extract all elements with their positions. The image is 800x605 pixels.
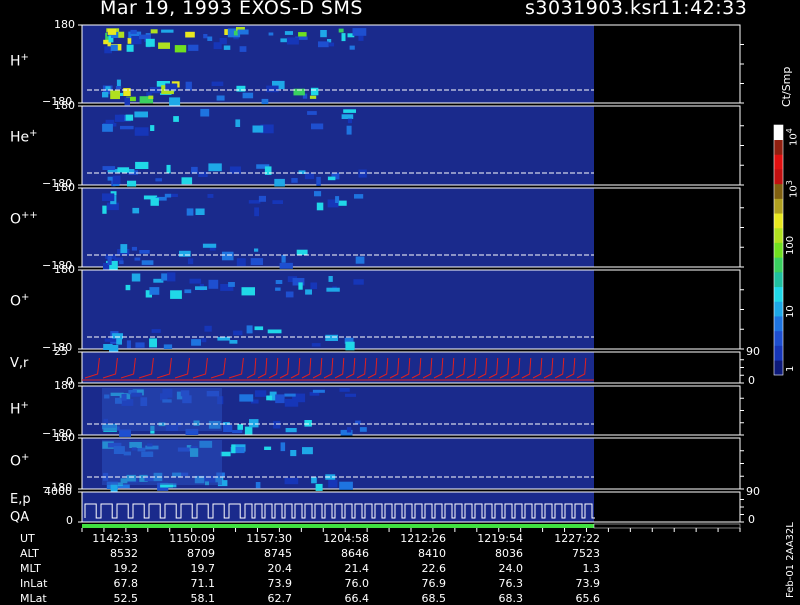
ephemeris-table: UT 1142:33 1150:09 1157:30 1204:58 1212:26 121… [0, 0, 800, 605]
table-cell: 58.1 [190, 592, 216, 605]
table-cell: 67.8 [113, 577, 139, 590]
table-cell: 21.4 [344, 562, 370, 575]
table-cell: 24.0 [498, 562, 524, 575]
table-cell: 52.5 [113, 592, 139, 605]
table-cell: 8410 [418, 547, 446, 560]
table-cell: 73.9 [267, 577, 293, 590]
table-cell: 76.3 [498, 577, 524, 590]
table-cell: 1212:26 [400, 532, 446, 545]
table-cell: 76.0 [344, 577, 370, 590]
table-cell: 1227:22 [554, 532, 600, 545]
table-cell: 65.6 [575, 592, 601, 605]
table-row-label: ALT [20, 547, 39, 560]
table-cell: 19.2 [113, 562, 139, 575]
table-cell: 7523 [572, 547, 600, 560]
table-cell: 1150:09 [169, 532, 215, 545]
table-cell: 68.5 [421, 592, 447, 605]
table-row-label: InLat [20, 577, 48, 590]
table-cell: 1.3 [582, 562, 601, 575]
table-cell: 8036 [495, 547, 523, 560]
table-cell: 68.3 [498, 592, 524, 605]
table-row-label: MLT [20, 562, 41, 575]
table-cell: 73.9 [575, 577, 601, 590]
table-cell: 1142:33 [92, 532, 138, 545]
table-cell: 8646 [341, 547, 369, 560]
table-cell: 8532 [110, 547, 138, 560]
table-cell: 66.4 [344, 592, 370, 605]
table-cell: 20.4 [267, 562, 293, 575]
table-cell: 76.9 [421, 577, 447, 590]
table-row-label: MLat [20, 592, 47, 605]
table-cell: 8709 [187, 547, 215, 560]
table-cell: 1204:58 [323, 532, 369, 545]
table-cell: 62.7 [267, 592, 293, 605]
table-cell: 71.1 [190, 577, 216, 590]
table-cell: 1157:30 [246, 532, 292, 545]
table-cell: 22.6 [421, 562, 447, 575]
table-row-label: UT [20, 532, 35, 545]
table-cell: 1219:54 [477, 532, 523, 545]
table-cell: 8745 [264, 547, 292, 560]
table-cell: 19.7 [190, 562, 216, 575]
